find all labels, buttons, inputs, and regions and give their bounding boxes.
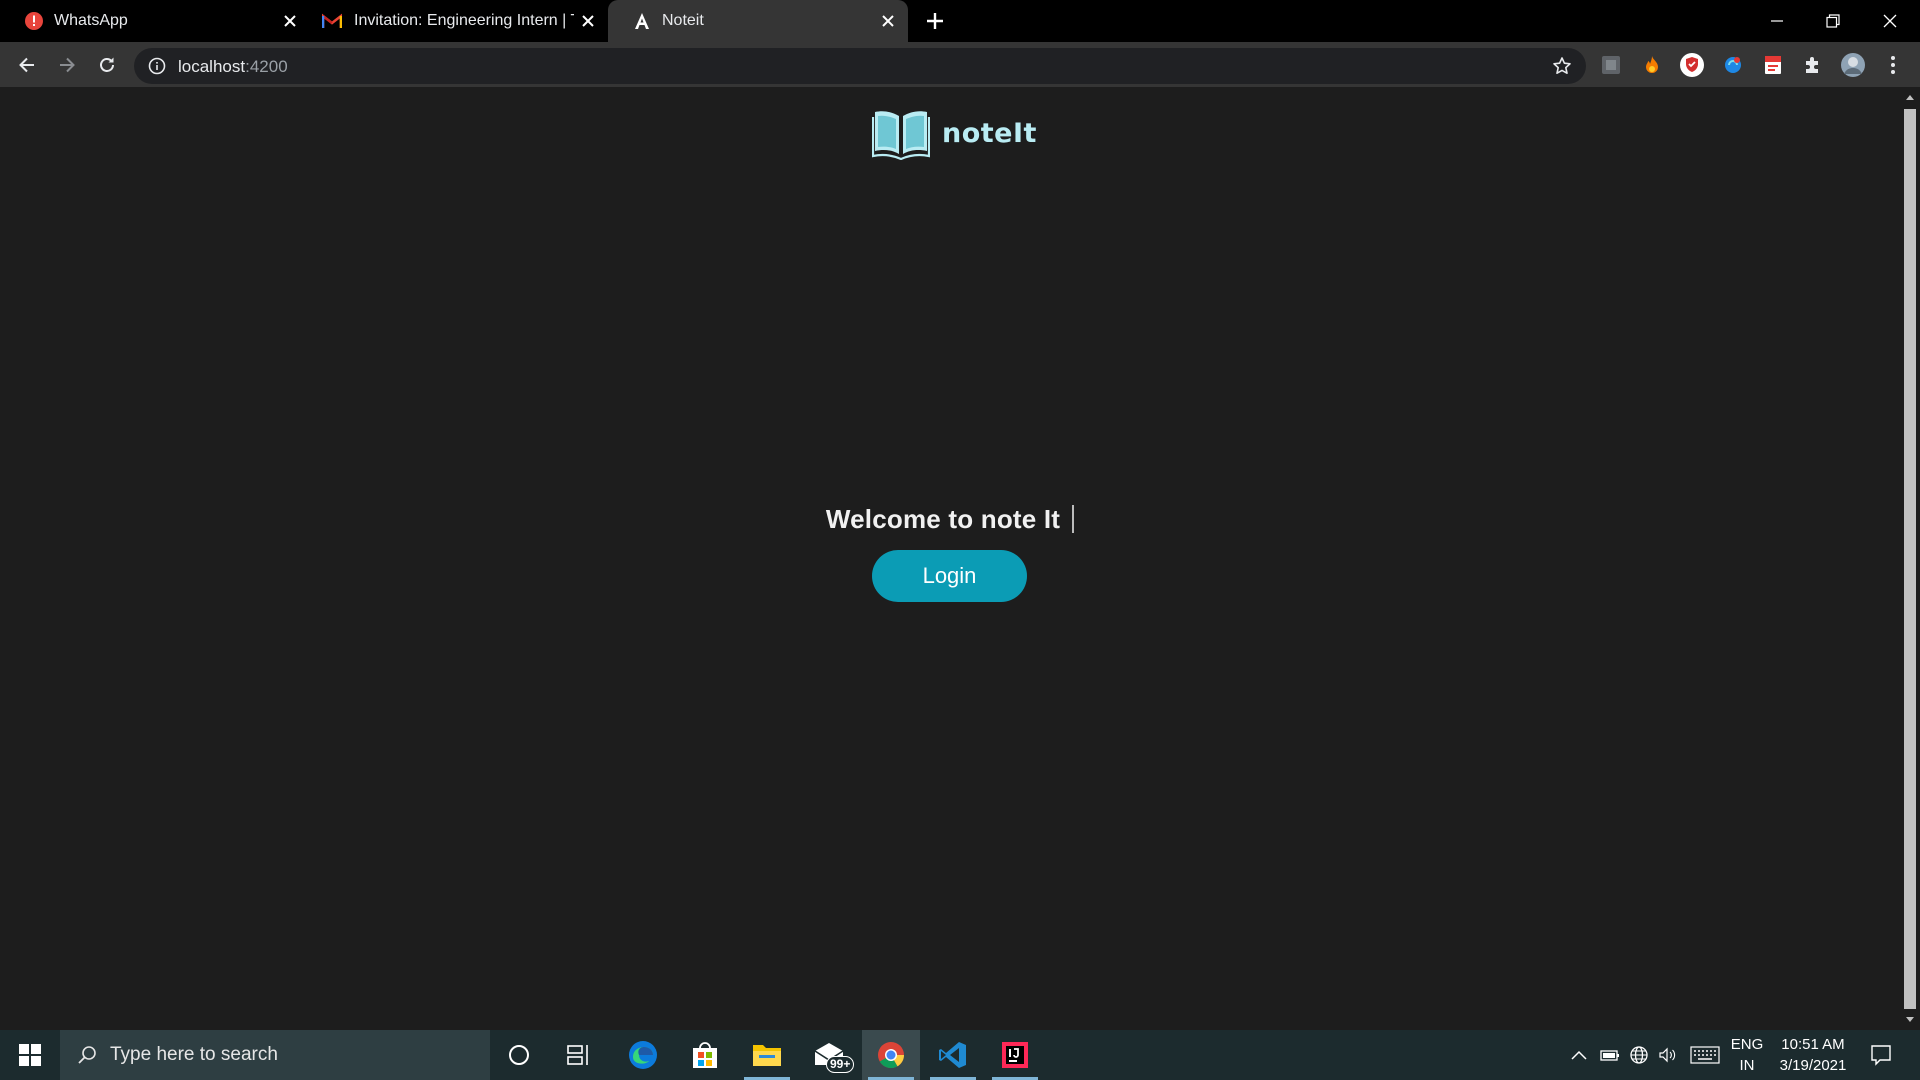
battery-icon (1600, 1050, 1619, 1061)
task-view-button[interactable] (550, 1030, 608, 1080)
url-host: localhost (178, 57, 246, 76)
vscode-icon (939, 1042, 966, 1068)
page-content: noteIt Welcome to note It Login (0, 87, 1900, 1030)
url-text: localhost:4200 (178, 57, 288, 77)
clock[interactable]: 10:51 AM 3/19/2021 (1772, 1034, 1854, 1076)
keyboard-icon (1690, 1046, 1720, 1064)
input-language[interactable]: ENG IN (1726, 1034, 1768, 1076)
tab-title: Noteit (662, 12, 704, 29)
extensions-puzzle-icon[interactable] (1800, 52, 1826, 78)
scrollbar-thumb[interactable] (1904, 109, 1916, 1009)
reload-button[interactable] (94, 52, 120, 78)
page-scrollbar[interactable] (1900, 87, 1920, 1030)
extension-pdf-icon[interactable] (1760, 52, 1786, 78)
minimize-button[interactable] (1762, 6, 1792, 36)
network-tray[interactable] (1627, 1030, 1651, 1080)
taskbar-intellij[interactable] (986, 1030, 1044, 1080)
start-button[interactable] (0, 1030, 60, 1080)
edge-icon (629, 1041, 657, 1069)
tab-gmail[interactable]: Invitation: Engineering Intern | Te (300, 0, 608, 42)
brand-header[interactable]: noteIt (872, 105, 1037, 161)
intellij-icon (1002, 1042, 1028, 1068)
back-button[interactable] (14, 52, 40, 78)
tab-strip: WhatsApp Invitation: Engineering Intern … (0, 0, 1920, 42)
profile-avatar[interactable] (1840, 52, 1866, 78)
chevron-up-icon (1571, 1050, 1587, 1060)
taskbar-edge[interactable] (614, 1030, 672, 1080)
search-placeholder: Type here to search (110, 1044, 278, 1065)
scroll-up-arrow-icon[interactable] (1904, 91, 1916, 103)
windows-taskbar: Type here to search 99+ ENG IN 10:51 AM … (0, 1030, 1920, 1080)
extension-fire-icon[interactable] (1639, 52, 1665, 78)
tab-title: Invitation: Engineering Intern | Te (354, 12, 574, 29)
gmail-icon (322, 11, 342, 31)
close-window-button[interactable] (1875, 6, 1905, 36)
address-bar[interactable]: localhost:4200 (134, 48, 1586, 84)
taskbar-mail[interactable]: 99+ (800, 1030, 858, 1080)
globe-icon (1630, 1046, 1648, 1064)
welcome-heading: Welcome to note It (825, 504, 1061, 534)
tab-noteit[interactable]: Noteit (608, 0, 908, 42)
whatsapp-alert-icon (24, 11, 44, 31)
chrome-icon (878, 1042, 905, 1069)
battery-tray[interactable] (1598, 1030, 1622, 1080)
show-hidden-icons-button[interactable] (1568, 1030, 1590, 1080)
extension-blue-icon[interactable] (1720, 52, 1746, 78)
close-tab-icon[interactable] (878, 11, 898, 31)
typing-caret (1072, 505, 1075, 533)
volume-tray[interactable] (1656, 1030, 1680, 1080)
task-view-icon (567, 1045, 588, 1065)
new-tab-button[interactable] (924, 10, 946, 32)
angular-icon (632, 11, 652, 31)
mail-badge: 99+ (826, 1056, 855, 1073)
tab-whatsapp[interactable]: WhatsApp (0, 0, 300, 42)
taskbar-store[interactable] (676, 1030, 734, 1080)
clock-date: 3/19/2021 (1779, 1057, 1847, 1074)
site-info-icon[interactable] (148, 57, 166, 75)
login-button[interactable]: Login (872, 550, 1027, 602)
taskbar-chrome[interactable] (862, 1030, 920, 1080)
search-icon (78, 1046, 96, 1064)
url-port: :4200 (245, 57, 288, 76)
notification-icon (1871, 1045, 1891, 1066)
open-book-icon (872, 111, 930, 160)
extension-grey-icon[interactable] (1598, 52, 1624, 78)
region-code: IN (1739, 1057, 1755, 1074)
folder-icon (753, 1045, 781, 1066)
close-tab-icon[interactable] (280, 11, 300, 31)
chrome-menu-icon[interactable] (1880, 52, 1906, 78)
cortana-button[interactable] (490, 1030, 548, 1080)
speaker-icon (1659, 1047, 1676, 1063)
touch-keyboard-tray[interactable] (1688, 1030, 1722, 1080)
clock-time: 10:51 AM (1781, 1036, 1845, 1053)
windows-logo-icon (19, 1044, 41, 1066)
taskbar-file-explorer[interactable] (738, 1030, 796, 1080)
scroll-down-arrow-icon[interactable] (1904, 1014, 1916, 1026)
lang-code: ENG (1730, 1036, 1764, 1053)
tab-title: WhatsApp (54, 12, 128, 29)
welcome-block: Welcome to note It (0, 504, 1900, 535)
bookmark-star-icon[interactable] (1552, 56, 1572, 76)
restore-button[interactable] (1818, 6, 1848, 36)
brand-name: noteIt (942, 117, 1037, 149)
forward-button[interactable] (54, 52, 80, 78)
browser-toolbar: localhost:4200 (0, 42, 1920, 87)
taskbar-search[interactable]: Type here to search (60, 1030, 490, 1080)
close-tab-icon[interactable] (578, 11, 598, 31)
microsoft-store-icon (693, 1042, 717, 1068)
action-center-button[interactable] (1864, 1030, 1898, 1080)
cortana-circle-icon (509, 1045, 529, 1065)
extension-shield-icon[interactable] (1679, 52, 1705, 78)
taskbar-vscode[interactable] (924, 1030, 982, 1080)
